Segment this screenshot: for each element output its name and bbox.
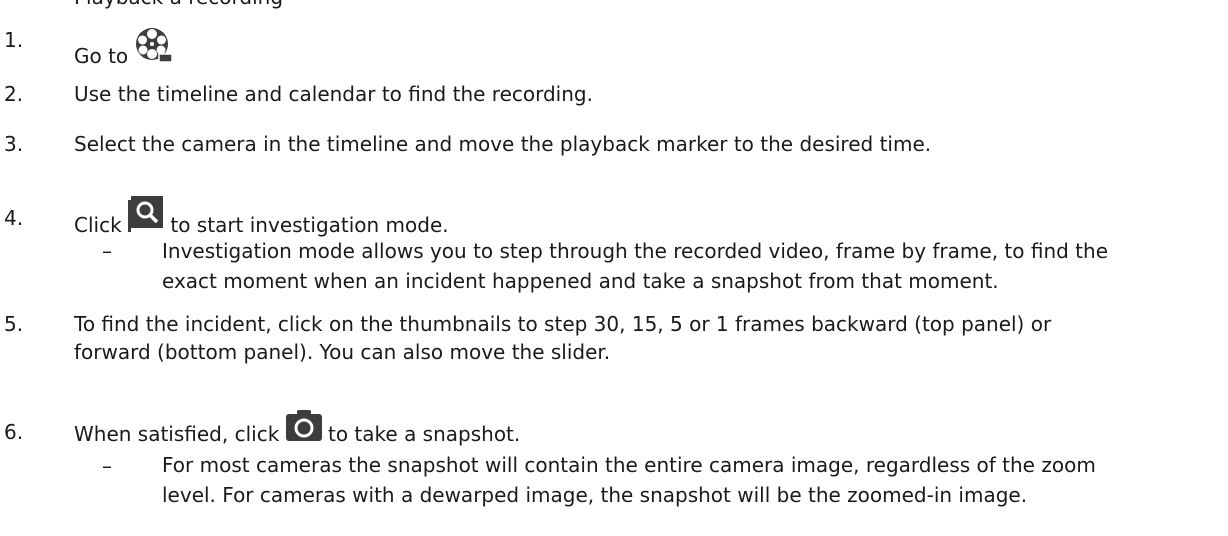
document-page: Playback a recording 1. Go to 2. Use the… (0, 0, 1228, 536)
step-4-note-line-2: exact moment when an incident happened a… (162, 269, 999, 293)
step-4-after: to start investigation mode. (164, 213, 449, 237)
step-3-text: Select the camera in the timeline and mo… (74, 132, 932, 156)
step-6-number: 6. (4, 420, 24, 444)
step-4-number: 4. (4, 206, 24, 230)
step-4-text: Click to start investigation mode. (74, 196, 449, 238)
step-2-text: Use the timeline and calendar to find th… (74, 82, 593, 106)
step-3-number: 3. (4, 132, 24, 156)
step-6-text: When satisfied, click to take a snapshot… (74, 409, 520, 447)
step-4-note-dash: – (102, 239, 112, 263)
step-1-number: 1. (4, 28, 24, 52)
camera-icon (285, 409, 322, 447)
step-5-number: 5. (4, 312, 24, 336)
step-6-after: to take a snapshot. (321, 422, 521, 446)
step-5-line-1: To find the incident, click on the thumb… (74, 312, 1052, 336)
step-4-before: Click (74, 213, 129, 237)
step-6-note-line-1: For most cameras the snapshot will conta… (162, 453, 1096, 477)
step-1-text: Go to (74, 27, 173, 69)
step-2-number: 2. (4, 82, 24, 106)
film-reel-icon (135, 27, 173, 69)
investigation-search-icon (128, 196, 164, 238)
step-1-before: Go to (74, 44, 135, 68)
intro-text: Playback a recording (74, 0, 283, 10)
step-6-note-dash: – (102, 454, 112, 478)
step-5-line-2: forward (bottom panel). You can also mov… (74, 340, 611, 364)
step-4-note-line-1: Investigation mode allows you to step th… (162, 239, 1108, 263)
step-6-before: When satisfied, click (74, 422, 286, 446)
step-6-note-line-2: level. For cameras with a dewarped image… (162, 483, 1028, 507)
